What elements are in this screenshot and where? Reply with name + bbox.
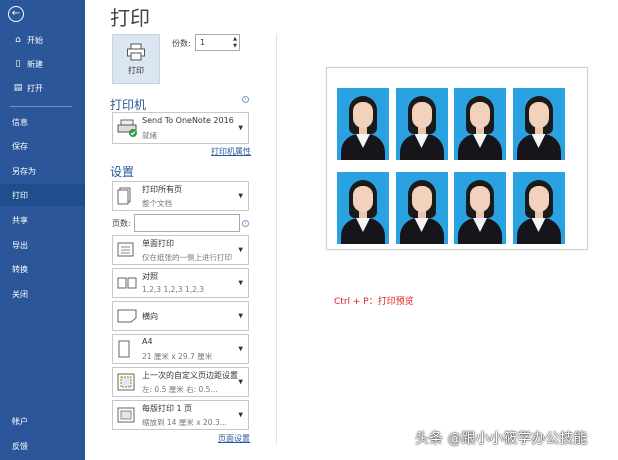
id-photo bbox=[337, 172, 389, 244]
nav-export[interactable]: 导出 bbox=[0, 234, 85, 256]
nav-open-label: 打开 bbox=[27, 83, 43, 93]
nav-convert[interactable]: 转换 bbox=[0, 258, 85, 280]
printer-icon bbox=[127, 43, 145, 60]
setting-title: 打印所有页 bbox=[142, 185, 182, 194]
setting-paper-size[interactable]: A4 21 厘米 x 29.7 厘米 ▼ bbox=[112, 334, 249, 364]
id-photo bbox=[512, 172, 565, 244]
pages-label: 页数: bbox=[112, 219, 131, 228]
setting-one-sided[interactable]: 单面打印 仅在纸张的一侧上进行打印 ▼ bbox=[112, 235, 249, 265]
pages-icon bbox=[117, 187, 131, 205]
nav-save-label: 保存 bbox=[12, 141, 28, 151]
nav-info-label: 信息 bbox=[12, 117, 28, 127]
nav-share[interactable]: 共享 bbox=[0, 209, 85, 231]
chevron-down-icon: ▼ bbox=[238, 246, 243, 254]
chevron-down-icon: ▼ bbox=[238, 192, 243, 200]
collate-icon bbox=[117, 277, 137, 289]
folder-open-icon: ▤ bbox=[13, 83, 23, 93]
nav-home-label: 开始 bbox=[27, 35, 43, 45]
page-setup-link[interactable]: 页面设置 bbox=[218, 433, 250, 444]
setting-title: 对照 bbox=[142, 272, 158, 281]
printer-status-icon bbox=[117, 119, 137, 137]
setting-subtitle: 左: 0.5 厘米 右: 0.5... bbox=[142, 385, 218, 394]
id-photo bbox=[337, 88, 389, 160]
nav-info[interactable]: 信息 bbox=[0, 111, 85, 133]
sidebar-divider bbox=[10, 106, 72, 107]
one-sided-icon bbox=[117, 242, 134, 257]
annotation-shortcut: Ctrl + P：打印预览 bbox=[334, 297, 414, 307]
setting-title: 单面打印 bbox=[142, 239, 174, 248]
printer-name: Send To OneNote 2016 bbox=[142, 116, 234, 125]
printer-status: 就绪 bbox=[142, 131, 157, 140]
setting-subtitle: 1,2,3 1,2,3 1,2,3 bbox=[142, 285, 205, 294]
setting-print-all-pages[interactable]: 打印所有页 整个文档 ▼ bbox=[112, 181, 249, 211]
nav-export-label: 导出 bbox=[12, 240, 28, 250]
paper-size-icon bbox=[118, 340, 130, 358]
id-photo bbox=[454, 88, 506, 160]
setting-margins[interactable]: 上一次的自定义页边距设置 左: 0.5 厘米 右: 0.5... ▼ bbox=[112, 367, 249, 397]
copies-spinner[interactable]: 1 ▲ ▼ bbox=[195, 34, 240, 51]
setting-subtitle: 仅在纸张的一侧上进行打印 bbox=[142, 253, 232, 262]
printer-properties-link[interactable]: 打印机属性 bbox=[211, 146, 251, 157]
chevron-down-icon: ▼ bbox=[238, 411, 243, 419]
id-photo bbox=[512, 88, 565, 160]
chevron-down-icon: ▼ bbox=[238, 345, 243, 353]
nav-account-label: 帐户 bbox=[12, 416, 28, 426]
setting-subtitle: 整个文档 bbox=[142, 199, 172, 208]
setting-title: 上一次的自定义页边距设置 bbox=[142, 371, 238, 380]
setting-pages-per-sheet[interactable]: 每版打印 1 页 缩放到 14 厘米 x 20.3... ▼ bbox=[112, 400, 249, 430]
home-icon: ⌂ bbox=[15, 35, 21, 45]
printer-dropdown[interactable]: Send To OneNote 2016 就绪 ▼ bbox=[112, 112, 249, 144]
print-button[interactable]: 打印 bbox=[112, 34, 160, 84]
id-photo bbox=[395, 88, 448, 160]
print-button-label: 打印 bbox=[128, 65, 144, 75]
setting-subtitle: 缩放到 14 厘米 x 20.3... bbox=[142, 418, 227, 427]
nav-convert-label: 转换 bbox=[12, 264, 28, 274]
settings-heading: 设置 bbox=[110, 165, 135, 179]
pages-input[interactable] bbox=[134, 214, 240, 232]
chevron-down-icon: ▼ bbox=[238, 312, 243, 320]
nav-close-label: 关闭 bbox=[12, 289, 28, 299]
nav-feedback[interactable]: 反馈 bbox=[0, 435, 85, 457]
nav-home[interactable]: ⌂ 开始 bbox=[0, 29, 85, 51]
nav-close[interactable]: 关闭 bbox=[0, 283, 85, 305]
spinner-arrows-icon[interactable]: ▲ ▼ bbox=[233, 36, 237, 50]
watermark: 头条 @跟小小筱学办公技能 bbox=[415, 431, 588, 447]
chevron-down-icon: ▼ bbox=[238, 378, 243, 386]
landscape-icon bbox=[117, 309, 137, 323]
margins-icon bbox=[117, 373, 135, 391]
nav-open[interactable]: ▤ 打开 bbox=[0, 77, 85, 99]
page-title: 打印 bbox=[110, 6, 150, 30]
printer-heading: 打印机 bbox=[110, 98, 147, 112]
setting-title: A4 bbox=[142, 337, 153, 346]
nav-account[interactable]: 帐户 bbox=[0, 410, 85, 432]
nav-new-label: 新建 bbox=[27, 59, 43, 69]
backstage-sidebar: ← ⌂ 开始 ▯ 新建 ▤ 打开 信息 保存 另存为 打印 共享 导出 转换 关闭 帐… bbox=[0, 0, 85, 460]
chevron-down-icon: ▼ bbox=[238, 279, 243, 287]
nav-share-label: 共享 bbox=[12, 215, 28, 225]
setting-orientation[interactable]: 横向 ▼ bbox=[112, 301, 249, 331]
new-document-icon: ▯ bbox=[15, 59, 21, 69]
setting-subtitle: 21 厘米 x 29.7 厘米 bbox=[142, 352, 213, 361]
chevron-down-icon: ▼ bbox=[238, 124, 243, 132]
id-photo bbox=[454, 172, 506, 244]
panel-divider bbox=[276, 34, 277, 444]
copies-value: 1 bbox=[200, 38, 206, 47]
print-preview-page bbox=[326, 67, 588, 250]
setting-title: 每版打印 1 页 bbox=[142, 404, 193, 413]
pages-per-sheet-icon bbox=[117, 407, 135, 423]
nav-print-label: 打印 bbox=[12, 190, 28, 200]
nav-new[interactable]: ▯ 新建 bbox=[0, 53, 85, 75]
nav-print[interactable]: 打印 bbox=[0, 184, 85, 206]
nav-save-as-label: 另存为 bbox=[12, 166, 36, 176]
copies-label: 份数: bbox=[172, 39, 191, 48]
id-photo bbox=[395, 172, 448, 244]
nav-feedback-label: 反馈 bbox=[12, 441, 28, 451]
info-icon[interactable]: i bbox=[242, 220, 249, 227]
setting-title: 横向 bbox=[142, 312, 158, 321]
info-icon[interactable]: i bbox=[242, 96, 249, 103]
setting-collated[interactable]: 对照 1,2,3 1,2,3 1,2,3 ▼ bbox=[112, 268, 249, 298]
nav-save[interactable]: 保存 bbox=[0, 135, 85, 157]
back-arrow-icon[interactable]: ← bbox=[8, 6, 24, 22]
nav-save-as[interactable]: 另存为 bbox=[0, 160, 85, 182]
